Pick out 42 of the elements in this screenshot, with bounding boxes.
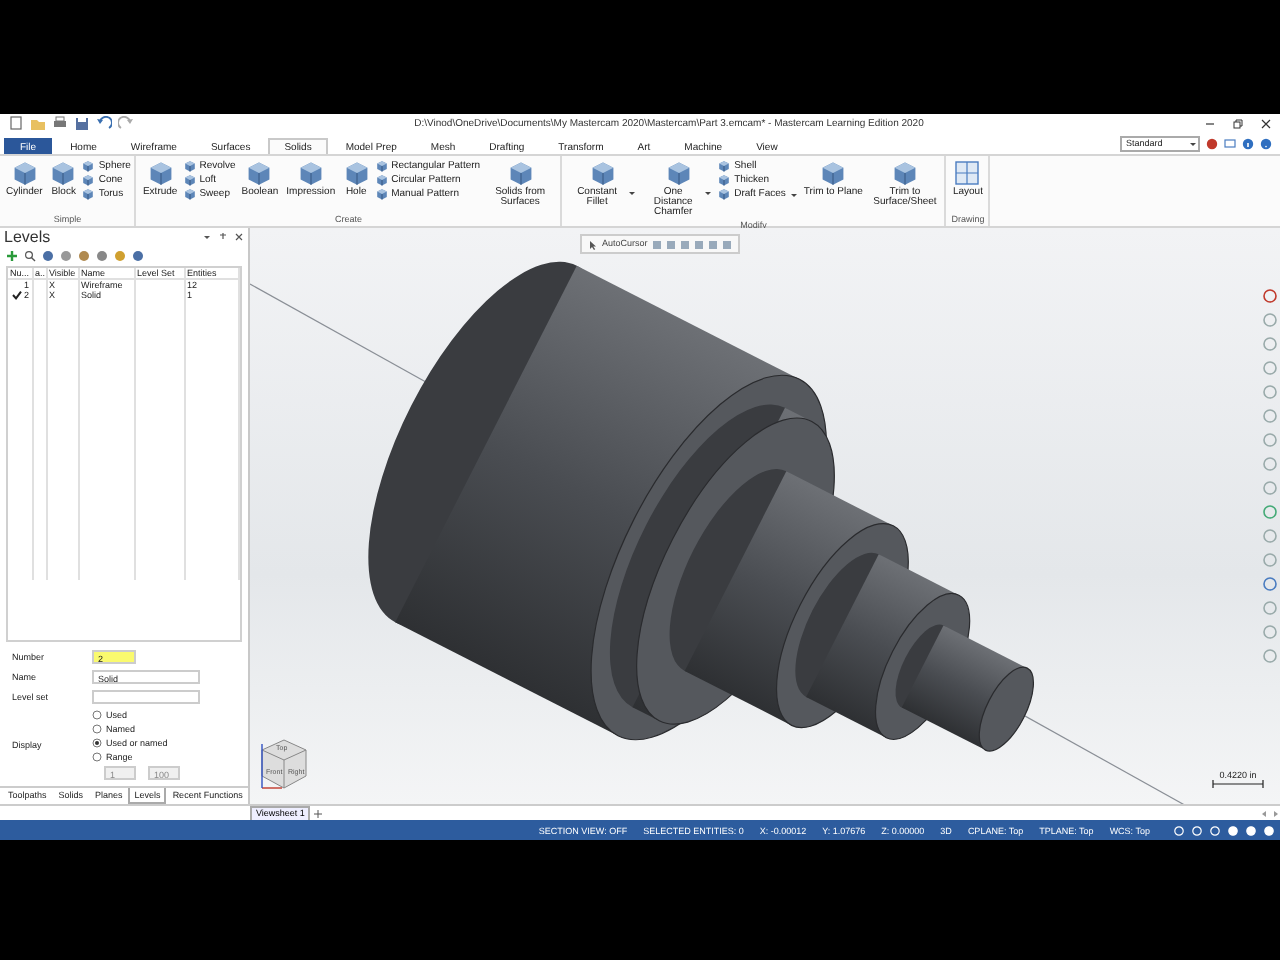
close-icon[interactable]	[1260, 118, 1272, 130]
pin-icon[interactable]	[218, 232, 228, 243]
panel-title: Levels	[4, 228, 53, 247]
search-icon[interactable]	[24, 250, 36, 263]
close-icon[interactable]	[234, 232, 244, 243]
cube-icon	[297, 160, 324, 186]
info-icon[interactable]	[1242, 138, 1254, 150]
cursor-icon[interactable]	[588, 239, 598, 249]
minimize-icon[interactable]	[1204, 118, 1216, 130]
scale-bar-icon	[1212, 780, 1264, 788]
view-tools-drawing[interactable]	[1262, 288, 1278, 668]
caret-icon	[704, 188, 713, 198]
redo-icon[interactable]	[118, 116, 134, 132]
help-icon[interactable]	[1260, 138, 1272, 150]
cube-icon	[507, 160, 534, 186]
level-set-field[interactable]	[92, 690, 200, 704]
radio-button[interactable]	[92, 738, 102, 748]
radio-button[interactable]	[92, 710, 102, 720]
printer-icon[interactable]	[52, 116, 68, 132]
undo-icon[interactable]	[96, 116, 112, 132]
grid-icon	[954, 160, 981, 186]
cube-icon	[50, 160, 77, 186]
add-icon[interactable]	[314, 809, 323, 817]
new-file-icon[interactable]	[8, 116, 24, 132]
caret-icon	[789, 189, 798, 199]
cube-icon	[343, 160, 370, 186]
restore-icon[interactable]	[1232, 118, 1244, 130]
cube-icon	[11, 160, 38, 186]
caret-icon[interactable]	[202, 232, 212, 243]
cube-icon	[246, 160, 273, 186]
cube-icon	[147, 160, 174, 186]
cube-icon	[589, 160, 616, 186]
save-icon[interactable]	[74, 116, 90, 132]
caret-icon	[1188, 138, 1198, 150]
cube-icon	[820, 160, 847, 186]
caret-icon	[628, 188, 637, 198]
view-cube-drawing	[258, 736, 310, 792]
cube-icon	[891, 160, 918, 186]
radio-button[interactable]	[92, 752, 102, 762]
add-icon[interactable]	[6, 250, 18, 263]
cube-icon	[665, 160, 692, 186]
radio-button[interactable]	[92, 724, 102, 734]
